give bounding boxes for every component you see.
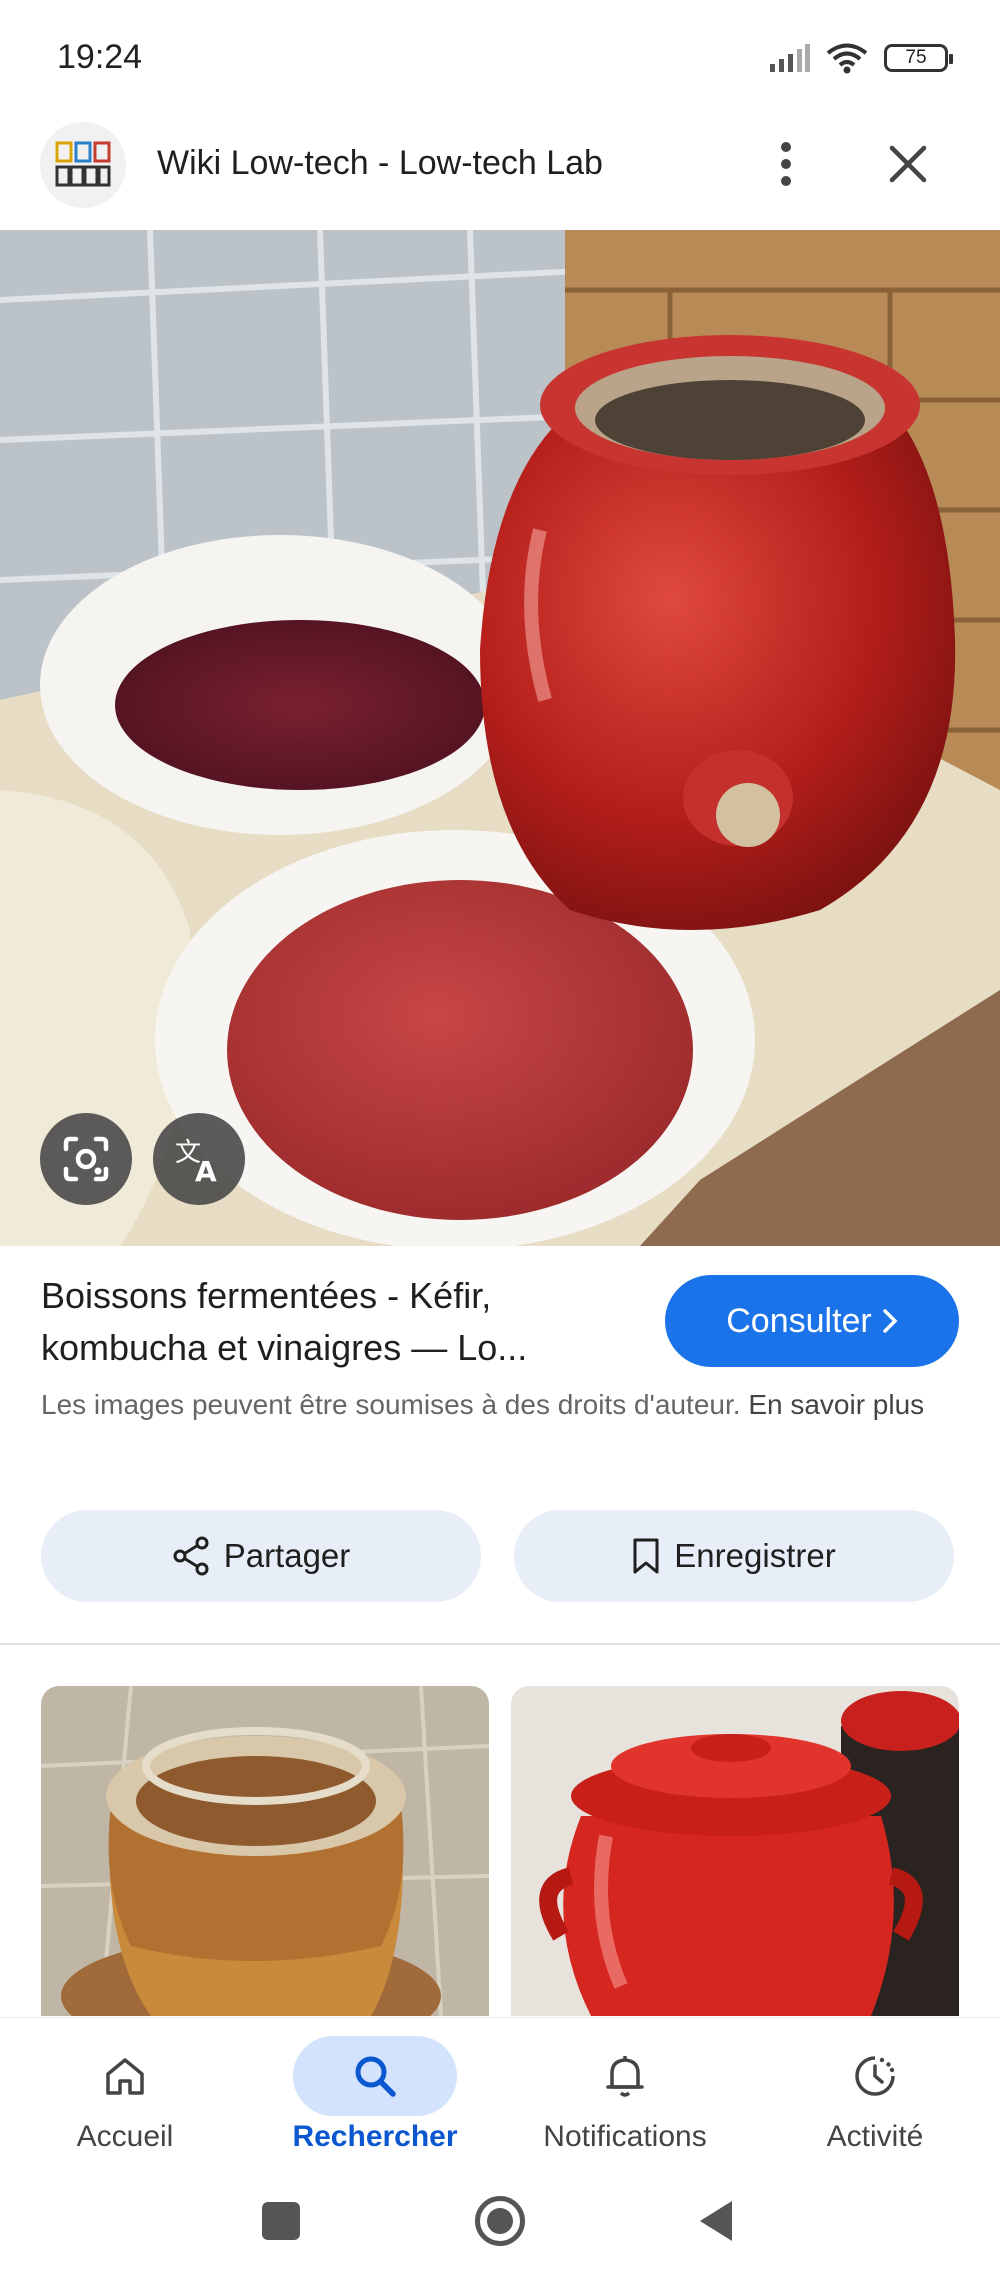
battery-icon: 75 — [884, 44, 953, 72]
status-time: 19:24 — [57, 38, 143, 76]
svg-text:A: A — [195, 1155, 217, 1185]
system-navigation-bar — [0, 2168, 1000, 2281]
nav-notifications[interactable]: Notifications — [500, 2028, 750, 2168]
red-jar-photo — [511, 1686, 959, 2016]
search-icon — [355, 2056, 396, 2097]
nav-activity[interactable]: Activité — [750, 2028, 1000, 2168]
battery-level: 75 — [905, 47, 927, 68]
related-image-red-jar[interactable] — [511, 1686, 959, 2016]
related-image-kombucha-jar[interactable] — [41, 1686, 489, 2016]
header: Wiki Low-tech - Low-tech Lab — [0, 120, 1000, 230]
nav-search-label: Rechercher — [292, 2120, 458, 2153]
close-button[interactable] — [880, 136, 936, 192]
copyright-notice: Les images peuvent être soumises à des d… — [41, 1385, 961, 1425]
translate-icon: 文 A — [175, 1138, 217, 1185]
site-logo — [40, 122, 126, 208]
chevron-right-icon — [883, 1309, 898, 1333]
nav-notifications-icon-wrap — [543, 2036, 707, 2116]
close-icon — [889, 145, 927, 183]
save-label: Enregistrer — [674, 1537, 836, 1574]
recents-button[interactable] — [262, 2202, 300, 2240]
kombucha-photo — [41, 1686, 489, 2016]
site-title[interactable]: Wiki Low-tech - Low-tech Lab — [157, 144, 603, 183]
share-button[interactable]: Partager — [41, 1510, 481, 1602]
divider — [0, 1643, 1000, 1645]
activity-icon — [855, 2056, 895, 2096]
consult-button-label: Consulter — [726, 1301, 872, 1340]
result-title[interactable]: Boissons fermentées - Kéfir, kombucha et… — [41, 1270, 641, 1374]
fermentation-photo — [0, 230, 1000, 1246]
home-button[interactable] — [475, 2196, 525, 2246]
nav-home[interactable]: Accueil — [0, 2028, 250, 2168]
lens-button[interactable] — [40, 1113, 132, 1205]
low-tech-logo-icon — [55, 141, 111, 187]
share-icon — [173, 1536, 209, 1576]
bell-icon — [606, 2056, 644, 2097]
main-image[interactable]: 文 A — [0, 230, 1000, 1246]
lens-icon — [63, 1136, 109, 1182]
back-icon[interactable] — [696, 2199, 736, 2243]
home-icon — [106, 2058, 144, 2095]
nav-home-label: Accueil — [76, 2120, 174, 2153]
nav-search-icon-wrap — [293, 2036, 457, 2116]
nav-search[interactable]: Rechercher — [250, 2028, 500, 2168]
learn-more-link[interactable]: En savoir plus — [748, 1389, 924, 1420]
signal-icon — [770, 44, 810, 72]
more-options-button[interactable] — [765, 134, 807, 194]
consult-button[interactable]: Consulter — [665, 1275, 959, 1367]
copyright-text: Les images peuvent être soumises à des d… — [41, 1389, 741, 1420]
wifi-icon — [826, 43, 868, 74]
translate-button[interactable]: 文 A — [153, 1113, 245, 1205]
status-bar: 19:24 75 — [0, 0, 1000, 120]
nav-activity-label: Activité — [826, 2120, 924, 2153]
nav-activity-icon-wrap — [793, 2036, 957, 2116]
share-label: Partager — [223, 1537, 351, 1574]
nav-notifications-label: Notifications — [543, 2120, 707, 2153]
status-icons: 75 — [770, 42, 953, 74]
bookmark-icon — [633, 1538, 659, 1574]
nav-home-icon-wrap — [43, 2036, 207, 2116]
more-vert-icon — [781, 142, 791, 186]
home-button-dot — [487, 2208, 513, 2234]
bottom-nav: Accueil Rechercher Notifications Activit… — [0, 2018, 1000, 2168]
save-button[interactable]: Enregistrer — [514, 1510, 954, 1602]
